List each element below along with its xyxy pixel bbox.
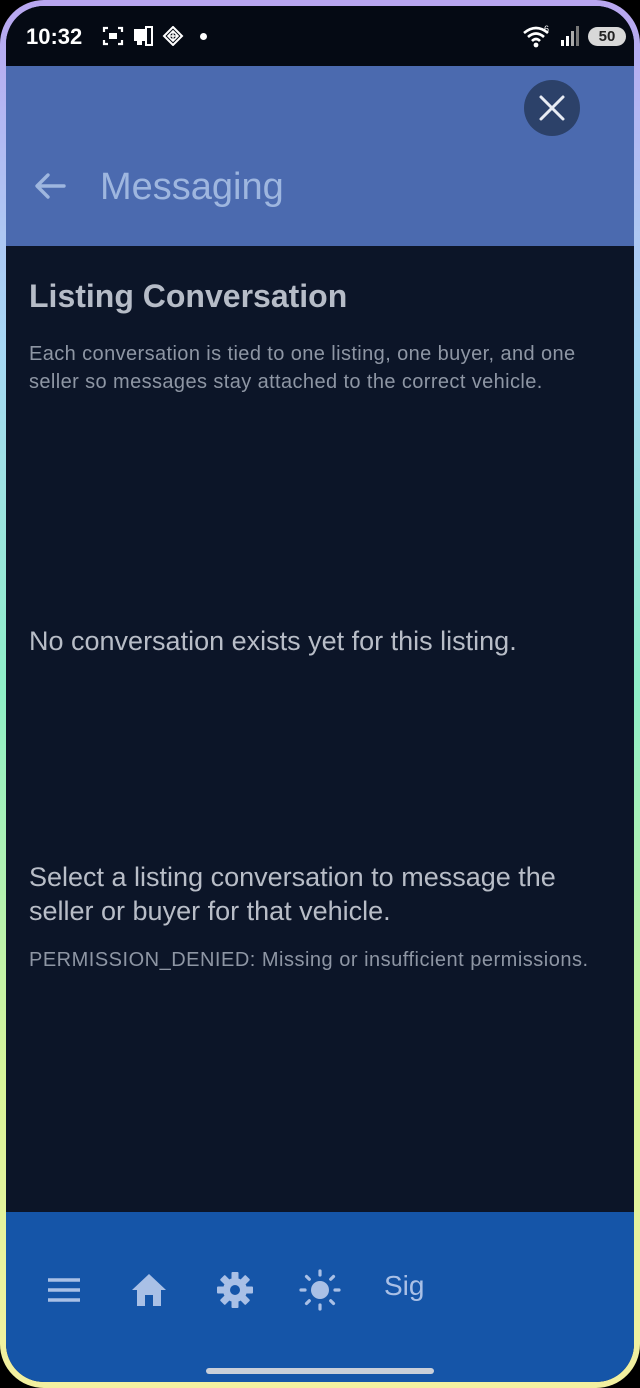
home-icon <box>132 1274 166 1306</box>
section-heading: Listing Conversation <box>29 278 348 314</box>
error-message: PERMISSION_DENIED: Missing or insufficie… <box>29 949 589 971</box>
select-conversation-message: Select a listing conversation to message… <box>29 862 556 926</box>
app-bar: Messaging <box>6 66 634 246</box>
status-bar: 10:32 6 50 <box>6 6 634 66</box>
notification-dot <box>200 32 207 40</box>
brightness-icon <box>299 1269 341 1311</box>
close-icon <box>539 95 565 121</box>
wifi-badge: 6 <box>544 24 549 34</box>
screenshot-icon <box>102 26 124 46</box>
home-indicator[interactable] <box>206 1368 434 1374</box>
menu-button[interactable] <box>40 1266 88 1314</box>
device-frame: 10:32 6 50 Messaging Listing Conversatio… <box>0 0 640 1388</box>
app-diamond-icon <box>162 26 184 46</box>
empty-state-message: No conversation exists yet for this list… <box>29 626 517 656</box>
screen: 10:32 6 50 Messaging Listing Conversatio… <box>6 6 634 1382</box>
page-title: Messaging <box>100 166 284 208</box>
wifi-icon: 6 <box>523 24 549 48</box>
conversation-panel: Listing Conversation Each conversation i… <box>6 246 634 1212</box>
status-system-icons: 6 50 <box>522 24 626 48</box>
section-description: Each conversation is tied to one listing… <box>29 343 576 393</box>
battery-indicator: 50 <box>588 26 626 46</box>
status-notification-icons <box>102 26 207 46</box>
device-icon <box>134 26 153 46</box>
close-button[interactable] <box>524 80 580 136</box>
settings-icon <box>217 1272 253 1308</box>
menu-icon <box>48 1278 80 1302</box>
back-arrow-icon[interactable] <box>32 168 68 204</box>
bottom-nav-bar: Sig <box>6 1212 634 1382</box>
sign-in-link[interactable]: Sig <box>384 1270 424 1302</box>
brightness-button[interactable] <box>296 1266 344 1314</box>
home-button[interactable] <box>125 1266 173 1314</box>
status-time: 10:32 <box>26 24 83 49</box>
signal-icon <box>561 26 579 46</box>
settings-button[interactable] <box>211 1266 259 1314</box>
